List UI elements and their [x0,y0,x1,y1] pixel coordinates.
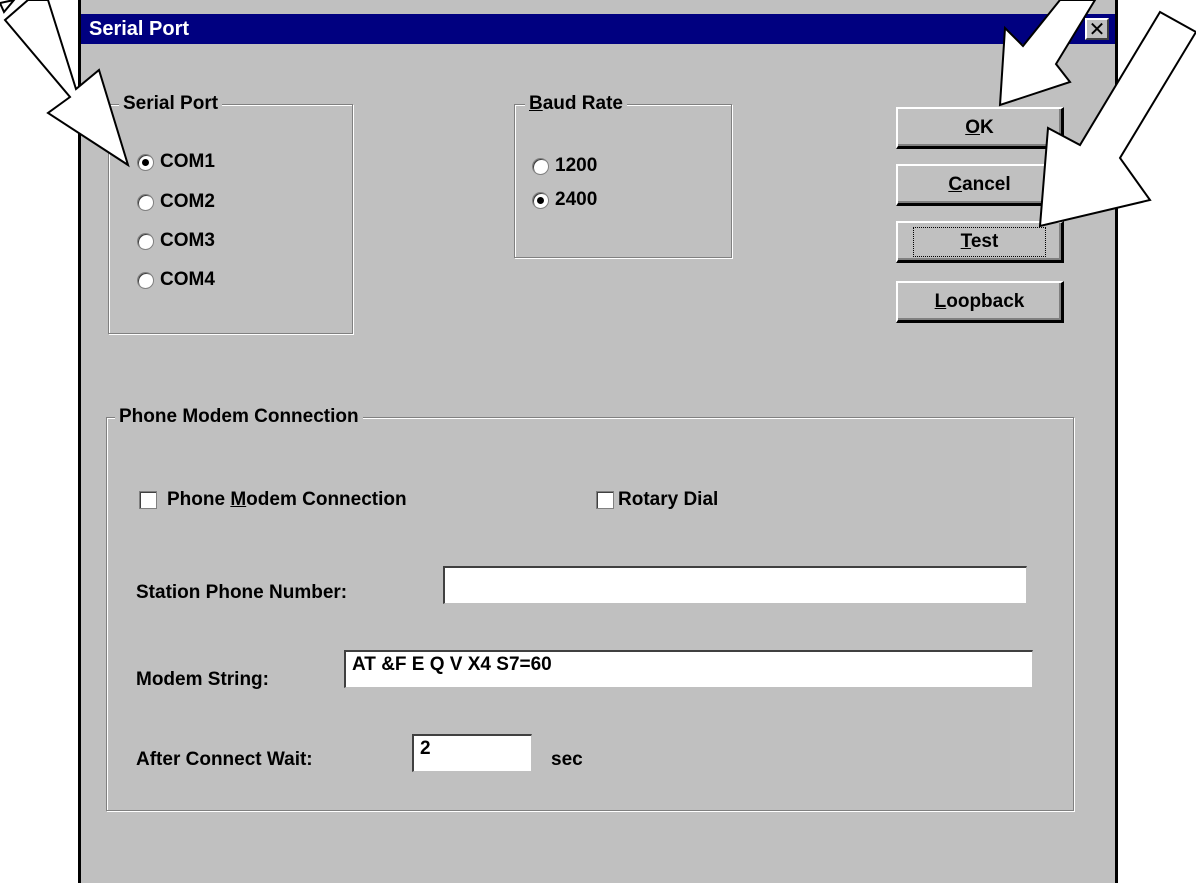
ok-hotkey: O [965,116,981,138]
checkbox-hotkey: M [230,489,247,510]
radio-label: 1200 [555,155,598,176]
radio-com2[interactable]: COM2 [137,191,215,213]
radio-baud-2400[interactable]: 2400 [532,189,597,211]
checkbox-icon[interactable] [139,491,157,509]
radio-label: COM4 [160,269,215,290]
serial-port-group-label: Serial Port [119,92,223,116]
radio-label: COM2 [160,191,215,212]
modem-string-input[interactable]: AT &F E Q V X4 S7=60 [344,650,1033,688]
baud-rate-group-label: Baud Rate [525,92,627,116]
radio-button-icon[interactable] [532,191,549,209]
radio-label: COM1 [160,151,215,172]
radio-com4[interactable]: COM4 [137,269,215,291]
serial-port-group: Serial Port COM1 COM2 COM3 COM4 [108,92,353,334]
cancel-label-rest: ancel [962,173,1011,195]
loopback-label-rest: oopback [946,290,1025,312]
cancel-button-label: Cancel [948,174,1010,196]
radio-com3[interactable]: COM3 [137,230,215,252]
checkbox-icon[interactable] [596,491,614,509]
loopback-button[interactable]: Loopback [896,281,1064,323]
baud-rate-label-rest: aud Rate [542,93,623,114]
test-label-rest: est [970,230,999,252]
screenshot-stage: Serial Port ✕ Serial Port COM1 COM2 COM3 [0,0,1196,883]
radio-com1[interactable]: COM1 [137,151,215,173]
baud-rate-group: Baud Rate 1200 2400 [514,92,732,258]
phone-modem-group: Phone Modem Connection Phone Modem Conne… [106,405,1074,811]
dialog-title: Serial Port [89,18,190,40]
radio-button-icon[interactable] [137,153,154,171]
ok-button[interactable]: OK [896,107,1064,149]
baud-rate-hotkey: B [529,93,543,114]
ok-button-label: OK [965,117,994,139]
radio-label: 2400 [555,189,598,210]
modem-string-label: Modem String: [136,669,269,690]
radio-button-icon[interactable] [532,157,549,175]
station-phone-label: Station Phone Number: [136,582,348,603]
after-connect-wait-unit: sec [551,749,583,770]
test-button-label: Test [912,226,1047,257]
title-bar: Serial Port ✕ [81,14,1115,44]
close-button[interactable]: ✕ [1085,18,1109,40]
loopback-hotkey: L [934,290,947,312]
after-connect-wait-label: After Connect Wait: [136,749,313,770]
ok-label-rest: K [980,116,994,138]
serial-port-dialog: Serial Port ✕ Serial Port COM1 COM2 COM3 [78,0,1118,883]
cancel-button[interactable]: Cancel [896,164,1064,206]
phone-modem-checkbox-label: Phone Modem Connection [167,489,407,511]
rotary-dial-label: Rotary Dial [618,489,719,510]
radio-button-icon[interactable] [137,193,154,211]
cancel-hotkey: C [948,173,963,195]
test-button[interactable]: Test [896,221,1064,263]
rotary-dial-checkbox[interactable]: Rotary Dial [596,489,718,511]
loopback-button-label: Loopback [935,291,1025,313]
after-connect-wait-input[interactable]: 2 [412,734,532,772]
radio-button-icon[interactable] [137,232,154,250]
radio-label: COM3 [160,230,215,251]
checkbox-label-post: odem Connection [246,489,407,510]
radio-baud-1200[interactable]: 1200 [532,155,597,177]
phone-modem-group-label: Phone Modem Connection [115,405,363,429]
checkbox-label-pre: Phone [167,489,231,510]
test-hotkey: T [960,230,971,252]
arrow-pointer-icon [0,0,16,14]
close-icon: ✕ [1088,19,1106,41]
phone-modem-checkbox[interactable]: Phone Modem Connection [139,489,407,511]
station-phone-input[interactable] [443,566,1027,604]
radio-button-icon[interactable] [137,271,154,289]
